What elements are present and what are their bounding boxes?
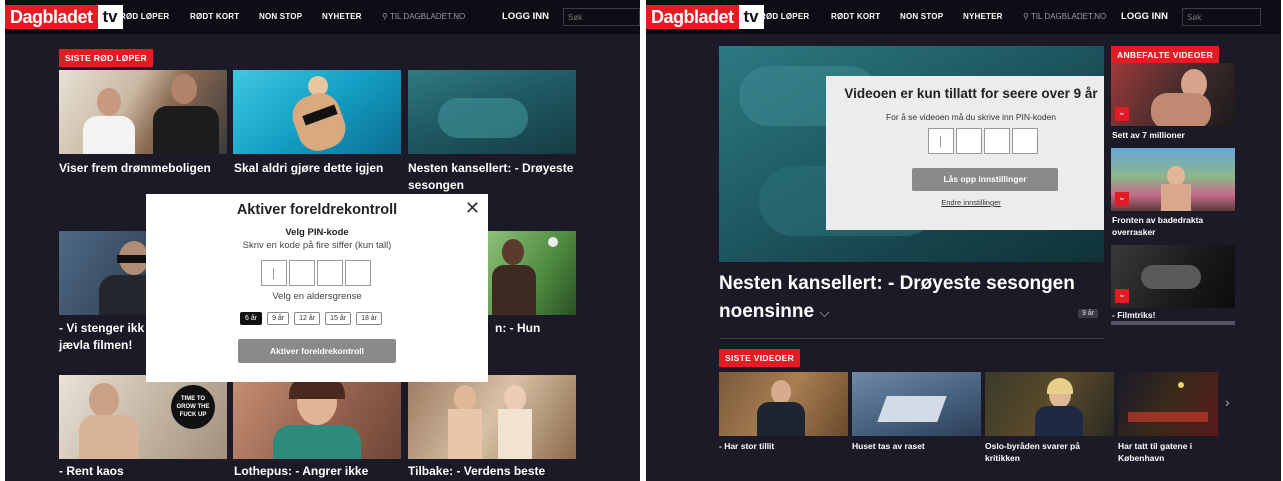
brand-name: Dagbladet: [5, 5, 98, 29]
pin-digit-input[interactable]: [928, 128, 954, 154]
video-thumbnail[interactable]: [719, 372, 848, 436]
age-option-15[interactable]: 15 år: [325, 312, 352, 325]
link-icon: ⚲: [1023, 12, 1029, 21]
pin-input-group: [928, 128, 1038, 154]
nav-item-non-stop[interactable]: NON STOP: [259, 12, 302, 21]
video-thumbnail[interactable]: [408, 70, 576, 154]
video-thumbnail[interactable]: TIME TO GROW THE FUCK UP: [59, 375, 227, 459]
external-link-dagbladet[interactable]: ⚲ TIL DAGBLADET.NO: [1023, 12, 1106, 21]
video-card-title[interactable]: Huset tas av raset: [852, 440, 982, 452]
pin-digit-input[interactable]: [317, 260, 343, 286]
right-screenshot: Dagbladet tv RØD LØPER RØDT KORT NON STO…: [646, 0, 1281, 481]
parental-control-modal: Aktiver foreldrekontroll ✕ Velg PIN-kode…: [146, 194, 488, 382]
pin-heading: Velg PIN-kode: [285, 227, 349, 238]
video-card-title[interactable]: Har tatt til gatene i København: [1118, 440, 1228, 464]
brand-name: Dagbladet: [646, 5, 739, 29]
video-thumbnail[interactable]: tv: [1111, 148, 1235, 211]
chevron-right-icon[interactable]: ›: [1225, 394, 1230, 410]
tv-label: tv: [97, 5, 123, 29]
section-tag-siste-videoer: SISTE VIDEOER: [719, 349, 801, 367]
video-thumbnail[interactable]: [59, 70, 227, 154]
nav-item-rod-loper[interactable]: RØD LØPER: [760, 12, 809, 21]
video-card-title[interactable]: Sett av 7 millioner: [1112, 129, 1236, 141]
video-card-title[interactable]: Tilbake: - Verdens beste: [408, 463, 583, 480]
pin-digit-input[interactable]: [1012, 128, 1038, 154]
search-input[interactable]: [563, 8, 640, 26]
search-input[interactable]: [1182, 8, 1261, 26]
dagbladet-mini-logo: tv: [1115, 192, 1129, 206]
age-option-6[interactable]: 6 år: [240, 312, 263, 325]
age-option-18[interactable]: 18 år: [356, 312, 383, 325]
age-restriction-title: Videoen er kun tillatt for seere over 9 …: [844, 86, 1098, 101]
nav-item-rodt-kort[interactable]: RØDT KORT: [190, 12, 239, 21]
login-button[interactable]: LOGG INN: [1121, 11, 1168, 22]
age-restriction-dialog: Videoen er kun tillatt for seere over 9 …: [826, 76, 1104, 230]
video-thumbnail[interactable]: [233, 375, 401, 459]
video-player[interactable]: Videoen er kun tillatt for seere over 9 …: [719, 46, 1104, 262]
dagbladet-mini-logo: tv: [1115, 107, 1129, 121]
left-screenshot: Dagbladet tv RØD LØPER RØDT KORT NON STO…: [5, 0, 640, 481]
pin-digit-input[interactable]: [261, 260, 287, 286]
chevron-down-icon[interactable]: ⌵: [819, 304, 830, 320]
age-restriction-instructions: For å se videoen må du skrive inn PIN-ko…: [885, 112, 1057, 122]
video-card-title[interactable]: - Rent kaos: [59, 463, 234, 480]
age-option-9[interactable]: 9 år: [267, 312, 290, 325]
nav-item-nyheter[interactable]: NYHETER: [322, 12, 362, 21]
dagbladet-tv-logo[interactable]: Dagbladet tv: [646, 5, 764, 29]
pin-digit-input[interactable]: [956, 128, 982, 154]
top-navigation-bar: Dagbladet tv RØD LØPER RØDT KORT NON STO…: [5, 0, 640, 34]
activate-parental-control-button[interactable]: Aktiver foreldrekontroll: [238, 339, 396, 363]
video-thumbnail[interactable]: [852, 372, 981, 436]
video-card-title[interactable]: - Vi stenger ikk jævla filmen!: [59, 320, 149, 354]
video-thumbnail[interactable]: [408, 375, 576, 459]
video-card-title[interactable]: Fronten av badedrakta overrasker: [1112, 214, 1236, 238]
age-limit-options: 6 år 9 år 12 år 15 år 18 år: [240, 312, 383, 325]
scroll-indicator[interactable]: [1111, 321, 1235, 325]
video-thumbnail[interactable]: tv: [1111, 63, 1235, 126]
dagbladet-mini-logo: tv: [1115, 289, 1129, 303]
video-thumbnail[interactable]: [985, 372, 1114, 436]
video-thumbnail[interactable]: [488, 231, 576, 315]
video-thumbnail[interactable]: [233, 70, 401, 154]
nav-item-rodt-kort[interactable]: RØDT KORT: [831, 12, 880, 21]
top-navigation-bar: Dagbladet tv RØD LØPER RØDT KORT NON STO…: [646, 0, 1281, 34]
video-card-title[interactable]: - Har stor tillit: [719, 440, 849, 452]
pin-input-group: [261, 260, 371, 286]
dagbladet-tv-logo[interactable]: Dagbladet tv: [5, 5, 123, 29]
nav-item-rod-loper[interactable]: RØD LØPER: [120, 12, 169, 21]
section-tag-siste-rod-loper: SISTE RØD LØPER: [59, 49, 153, 67]
pin-digit-input[interactable]: [289, 260, 315, 286]
pin-digit-input[interactable]: [984, 128, 1010, 154]
link-icon: ⚲: [382, 12, 388, 21]
video-card-title[interactable]: - Filmtriks!: [1112, 309, 1236, 321]
age-heading: Velg en aldersgrense: [272, 291, 362, 302]
video-thumbnail[interactable]: tv: [1111, 245, 1235, 308]
close-icon[interactable]: ✕: [465, 198, 480, 219]
divider: [719, 338, 1104, 339]
video-title: Nesten kansellert: - Drøyeste sesongen n…: [719, 273, 1075, 322]
video-card-title[interactable]: Lothepus: - Angrer ikke: [234, 463, 409, 480]
change-settings-link[interactable]: Endre innstillinger: [826, 198, 1104, 207]
pin-instructions: Skriv en kode på fire siffer (kun tall): [242, 240, 392, 251]
modal-title: Aktiver foreldrekontroll: [236, 202, 398, 218]
age-rating-badge: 9 år: [1078, 309, 1099, 318]
video-thumbnail[interactable]: [1118, 372, 1218, 436]
video-card-title[interactable]: Skal aldri gjøre dette igjen: [234, 160, 409, 177]
nav-item-non-stop[interactable]: NON STOP: [900, 12, 943, 21]
video-card-title[interactable]: n: - Hun: [495, 320, 575, 337]
video-card-title[interactable]: Viser frem drømmeboligen: [59, 160, 234, 177]
login-button[interactable]: LOGG INN: [502, 11, 549, 22]
pin-digit-input[interactable]: [345, 260, 371, 286]
unlock-settings-button[interactable]: Lås opp innstillinger: [912, 168, 1058, 191]
section-tag-anbefalte-videoer: ANBEFALTE VIDEOER: [1111, 46, 1220, 64]
video-card-title[interactable]: Oslo-byråden svarer på kritikken: [985, 440, 1115, 464]
age-option-12[interactable]: 12 år: [294, 312, 321, 325]
video-card-title[interactable]: Nesten kansellert: - Drøyeste sesongen: [408, 160, 578, 194]
external-link-dagbladet[interactable]: ⚲ TIL DAGBLADET.NO: [382, 12, 465, 21]
nav-item-nyheter[interactable]: NYHETER: [963, 12, 1003, 21]
